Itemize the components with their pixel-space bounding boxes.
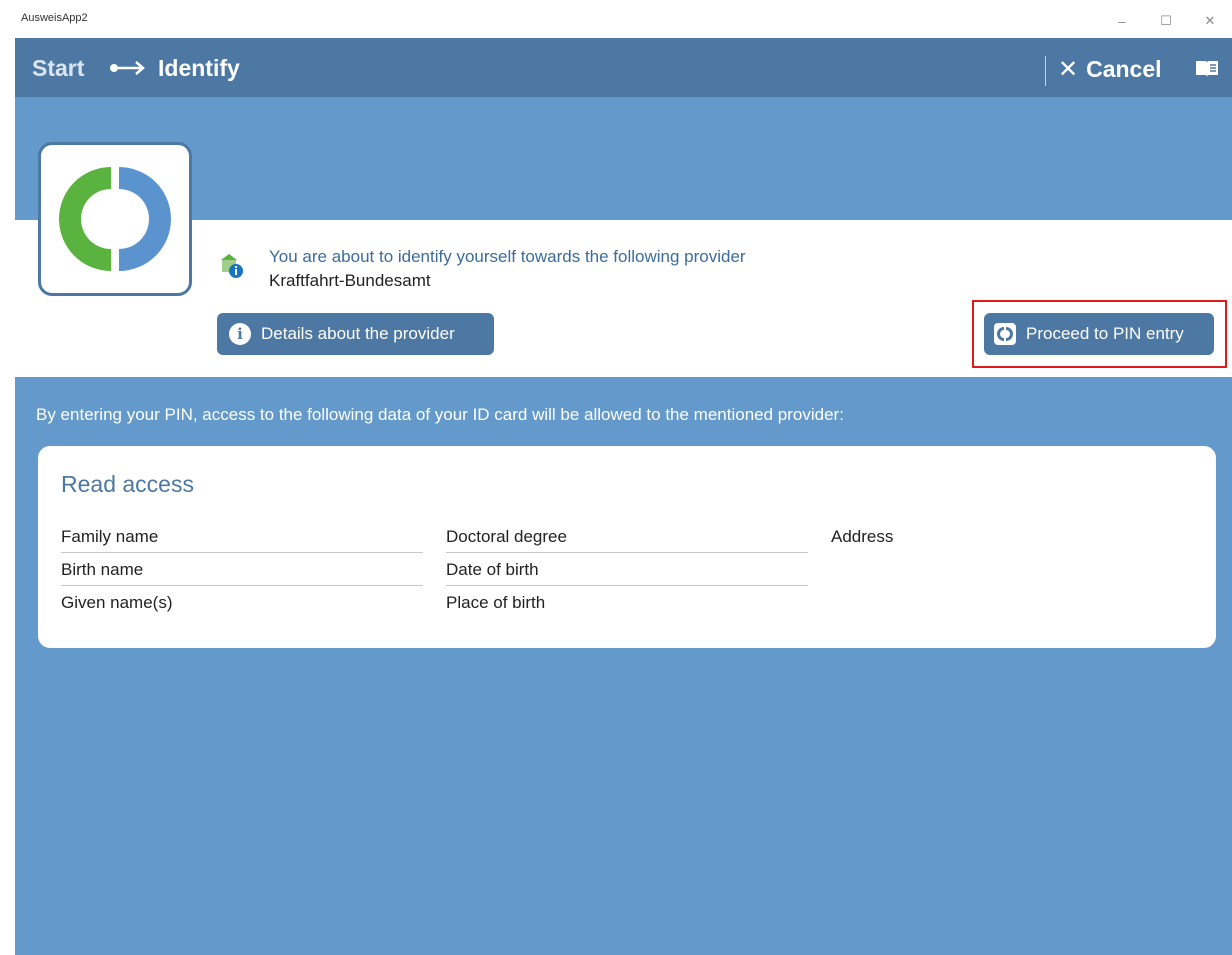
access-field-given-names: Given name(s) — [61, 593, 173, 612]
ausweisapp-icon — [994, 323, 1016, 345]
breadcrumb-identify: Identify — [158, 55, 240, 81]
access-field-doctoral-degree: Doctoral degree — [446, 520, 808, 553]
access-field-place-of-birth: Place of birth — [446, 593, 546, 612]
access-field-date-of-birth: Date of birth — [446, 553, 808, 586]
provider-name: Kraftfahrt-Bundesamt — [269, 271, 431, 290]
ausweisapp-logo-icon — [59, 167, 171, 271]
maximize-button[interactable]: ☐ — [1151, 10, 1181, 32]
read-access-column: Address — [831, 520, 1193, 553]
navigation-bar: Start Identify ✕ Cancel — [15, 38, 1232, 97]
access-field-family-name: Family name — [61, 520, 423, 553]
access-intro-text: By entering your PIN, access to the foll… — [36, 405, 844, 424]
close-button[interactable]: ✕ — [1195, 10, 1225, 32]
breadcrumb-start[interactable]: Start — [32, 55, 84, 82]
read-access-card: Read access Family name Birth name Given… — [38, 446, 1216, 648]
title-bar: AusweisApp2 – ☐ ✕ — [15, 6, 1232, 39]
app-window: AusweisApp2 – ☐ ✕ Start Identify ✕ Cance… — [15, 6, 1232, 955]
provider-intro-text: You are about to identify yourself towar… — [269, 247, 746, 266]
proceed-button-label: Proceed to PIN entry — [1026, 324, 1184, 343]
provider-info-icon — [221, 254, 243, 278]
read-access-title: Read access — [61, 471, 194, 497]
access-field-address: Address — [831, 527, 894, 546]
info-icon: i — [229, 323, 251, 345]
book-icon[interactable] — [1195, 59, 1219, 79]
details-about-provider-button[interactable]: i Details about the provider — [217, 313, 494, 355]
details-button-label: Details about the provider — [261, 324, 455, 343]
window-title: AusweisApp2 — [21, 12, 88, 24]
read-access-column: Family name Birth name Given name(s) — [61, 520, 423, 619]
minimize-button[interactable]: – — [1107, 10, 1137, 32]
app-logo — [38, 142, 192, 296]
cancel-label: Cancel — [1086, 56, 1162, 82]
proceed-to-pin-entry-button[interactable]: Proceed to PIN entry — [984, 313, 1214, 355]
cancel-button[interactable]: ✕ Cancel — [1058, 55, 1162, 84]
close-icon: ✕ — [1058, 56, 1079, 83]
nav-divider — [1045, 56, 1046, 86]
breadcrumb-arrow-icon — [110, 61, 145, 75]
access-field-birth-name: Birth name — [61, 553, 423, 586]
read-access-column: Doctoral degree Date of birth Place of b… — [446, 520, 808, 619]
